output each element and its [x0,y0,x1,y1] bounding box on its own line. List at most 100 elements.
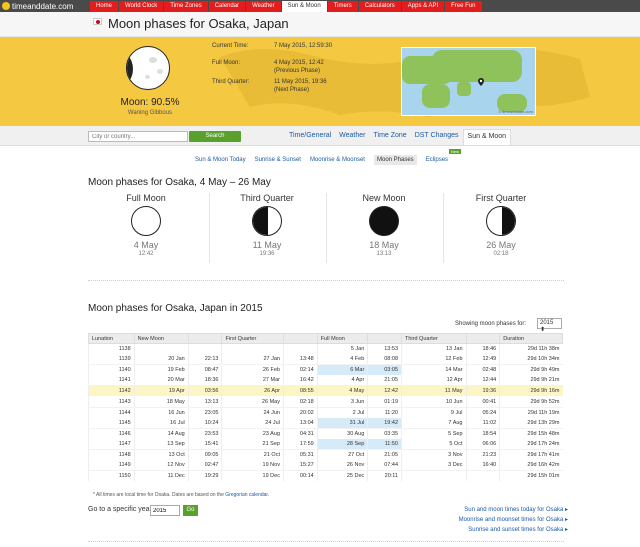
table-cell: 18:54 [465,428,500,439]
nav-tab-calculators[interactable]: Calculators [358,1,401,12]
subtab-weather[interactable]: Weather [335,129,369,145]
table-cell: 00:41 [465,396,500,408]
related-link[interactable]: Sunrise and sunset times for Osaka [459,525,568,535]
table-row: 1143 18 May 13:13 26 May 02:18 3 Jun 01:19 10 J… [88,396,563,408]
table-cell: 15:41 [187,438,222,450]
table-row: 1149 12 Nov 02:47 19 Nov 15:27 26 Nov 07:44 3 D… [88,460,563,472]
table-cell: 1149 [88,460,135,472]
subtab-time-zone[interactable]: Time Zone [370,129,411,145]
nav-tab-weather[interactable]: Weather [246,1,281,12]
nav-tab-calendar[interactable]: Calendar [208,1,246,12]
table-cell: 08:55 [282,385,318,397]
divider [209,193,210,263]
table-cell: 11:50 [367,438,402,450]
subtab-sun-moon[interactable]: Sun & Moon [462,129,512,145]
table-cell: 23:53 [187,428,222,439]
table-cell: 23:05 [187,407,222,418]
site-logo[interactable]: timeanddate.com [2,1,73,11]
table-cell: 11:02 [465,417,500,429]
sublink-sun-moon-today[interactable]: Sun & Moon Today [195,157,246,163]
column-header [282,333,318,344]
table-cell: 21:05 [367,449,402,461]
table-cell: 01:19 [367,396,402,408]
table-cell: 16:40 [465,460,500,472]
table-cell: 16 Jun [133,407,189,418]
nav-tab-sun-moon[interactable]: Sun & Moon [281,1,327,12]
table-cell: 11:20 [367,407,402,418]
table-row: 1150 11 Dec 19:29 19 Dec 00:14 25 Dec 20:11 29d… [88,470,563,482]
table-cell: 26 Feb [221,364,284,376]
bottom-divider [88,541,564,542]
table-cell: 1139 [88,354,135,366]
table-cell [465,470,500,482]
related-link[interactable]: Moonrise and moonset times for Osaka [459,515,568,525]
sublink-moon-phases[interactable]: Moon Phases [373,155,417,165]
table-cell: 1146 [88,428,135,439]
table-cell: 21:05 [367,375,402,387]
nav-tab-home[interactable]: Home [90,1,119,12]
table-cell: 26 May [221,396,284,408]
phase-name: New Moon [362,193,406,203]
table-row: 1148 13 Oct 09:05 21 Oct 05:31 27 Oct 21:05 3 N… [88,449,563,461]
phase-time: 19:36 [259,251,275,257]
table-cell: 29d 17h 24m [499,438,563,450]
table-cell: 29d 13h 29m [499,417,563,429]
column-header: Lunation [88,333,135,344]
table-cell: 10 Jun [401,396,466,408]
table-cell: 26 Nov [316,460,368,472]
top-nav: timeanddate.com Home World Clock Time Zone… [0,0,640,12]
column-header: New Moon [133,333,189,344]
table-cell [133,343,189,355]
table-cell: 1141 [88,375,135,387]
go-button[interactable]: Go [183,505,198,516]
table-cell: 7 Aug [401,417,466,429]
table-cell: 19 Dec [221,470,284,482]
search-input[interactable] [88,131,188,142]
gregorian-calendar-link[interactable]: Gregorian calendar [225,492,268,498]
nav-tab-time-zones[interactable]: Time Zones [164,1,208,12]
column-header: Full Moon [316,333,369,344]
phase-time: 12:42 [138,251,154,257]
table-cell: 30 Aug [316,428,368,439]
sublink-eclipses[interactable]: Eclipses [426,157,448,163]
table-cell: 20 Mar [133,375,189,387]
table-cell [187,343,222,355]
nav-tab-free-fun[interactable]: Free Fun [445,1,482,12]
phase-time: 02:18 [493,251,509,257]
sublink-moonrise-moonset[interactable]: Moonrise & Moonset [310,157,365,163]
table-cell: 3 Jun [316,396,368,408]
showing-label: Showing moon phases for: [455,321,527,327]
section-heading-year: Moon phases for Osaka, Japan in 2015 [88,303,263,314]
table-cell: 29d 10h 34m [499,354,563,366]
related-links: Sun and moon times today for OsakaMoonri… [459,505,568,535]
sublink-sunrise-sunset[interactable]: Sunrise & Sunset [255,157,301,163]
location-map[interactable]: © timeanddate.com [401,47,536,116]
search-row: Search Time/GeneralWeatherTime ZoneDST C… [0,126,640,146]
table-cell: 31 Jul [316,417,368,429]
phase-card-first-quarter: First Quarter 26 May 02:18 [443,193,559,269]
table-cell: 29d 16h 42m [499,460,563,472]
table-cell: 03:05 [367,364,402,376]
table-cell: 29d 11h 19m [499,407,563,418]
related-link[interactable]: Sun and moon times today for Osaka [459,505,568,515]
table-cell: 1142 [88,385,135,397]
phase-date: 11 May [252,240,282,250]
table-cell: 29d 9h 52m [499,396,563,408]
nav-tab-timers[interactable]: Timers [327,1,358,12]
phase-card-full-moon: Full Moon 4 May 12:42 [88,193,204,269]
column-header: First Quarter [221,333,284,344]
table-cell: 02:48 [465,364,500,376]
search-button[interactable]: Search [189,131,241,142]
goto-year-input[interactable] [150,505,180,516]
subtab-dst-changes[interactable]: DST Changes [411,129,463,145]
table-cell: 5 Jan [316,343,368,355]
nav-tab-apps-api[interactable]: Apps & API [401,1,445,12]
subtab-time-general[interactable]: Time/General [285,129,335,145]
table-cell: 00:14 [282,470,318,482]
table-cell: 07:44 [367,460,402,472]
year-select[interactable]: 2015 ⬍ [537,318,562,333]
logo-text: timeanddate.com [12,1,74,11]
table-cell: 24 Jun [221,407,284,418]
moon-illumination: Moon: 90.5% [120,97,180,108]
nav-tab-world-clock[interactable]: World Clock [119,1,164,12]
